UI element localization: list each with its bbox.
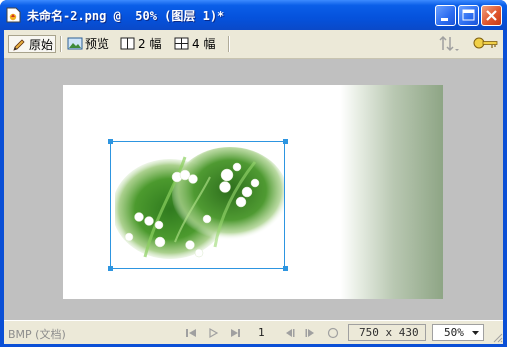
- window-frame: 原始 预览 2 幅 4 幅 BMP (文档) 1 750 x 430 50%: [4, 30, 503, 344]
- minimize-icon: [441, 18, 448, 21]
- preview-label: 预览: [85, 37, 110, 51]
- transform-handle[interactable]: [108, 139, 113, 144]
- minimize-button[interactable]: [435, 5, 456, 26]
- pencil-icon: [13, 39, 25, 51]
- canvas-area[interactable]: [4, 59, 503, 320]
- zoom-select[interactable]: 50%: [432, 324, 484, 341]
- original-view-label: 原始: [29, 38, 54, 52]
- frame-number: 1: [258, 326, 265, 339]
- four-pane-button[interactable]: 4 幅: [174, 35, 224, 53]
- window-title: 未命名-2.png @ 50% (图层 1)*: [27, 9, 225, 23]
- transform-handle[interactable]: [108, 266, 113, 271]
- first-frame-icon[interactable]: [184, 326, 198, 340]
- file-format-label: BMP (文档): [8, 328, 66, 341]
- canvas-size-value: 750 x 430: [359, 326, 419, 339]
- maximize-icon: [462, 9, 475, 21]
- title-bar[interactable]: 未命名-2.png @ 50% (图层 1)*: [0, 0, 507, 30]
- key-icon[interactable]: [472, 36, 500, 52]
- picture-icon: [67, 37, 83, 50]
- document-window: 未命名-2.png @ 50% (图层 1)* 原始 预览 2 幅 4 幅 BM…: [0, 0, 507, 347]
- preview-button[interactable]: 预览: [67, 35, 115, 53]
- two-pane-icon: [120, 37, 135, 50]
- transform-handle[interactable]: [283, 266, 288, 271]
- chevron-down-icon: [472, 331, 479, 335]
- two-pane-button[interactable]: 2 幅: [120, 35, 170, 53]
- resize-grip-icon[interactable]: [491, 331, 503, 343]
- original-view-button[interactable]: 原始: [8, 35, 56, 53]
- two-pane-label: 2 幅: [138, 37, 162, 51]
- canvas-size-field: 750 x 430: [348, 324, 426, 341]
- last-frame-icon[interactable]: [228, 326, 242, 340]
- selection-bounding-box[interactable]: [110, 141, 285, 269]
- maximize-button[interactable]: [458, 5, 479, 26]
- toolbar-separator: [60, 36, 62, 52]
- status-bar: BMP (文档) 1 750 x 430 50%: [4, 320, 503, 344]
- document-canvas[interactable]: [63, 85, 443, 299]
- four-pane-icon: [174, 37, 189, 50]
- four-pane-label: 4 幅: [192, 37, 216, 51]
- toolbar-separator: [228, 36, 230, 52]
- zoom-value: 50%: [444, 326, 464, 339]
- view-toolbar: 原始 预览 2 幅 4 幅: [4, 30, 503, 59]
- transform-handle[interactable]: [283, 139, 288, 144]
- play-icon[interactable]: [206, 326, 220, 340]
- sort-arrows-icon[interactable]: [438, 35, 460, 53]
- png-file-icon: [6, 7, 21, 23]
- stop-icon[interactable]: [326, 326, 340, 340]
- close-button[interactable]: [481, 5, 502, 26]
- previous-frame-icon[interactable]: [282, 326, 296, 340]
- next-frame-icon[interactable]: [304, 326, 318, 340]
- close-icon: [486, 10, 497, 21]
